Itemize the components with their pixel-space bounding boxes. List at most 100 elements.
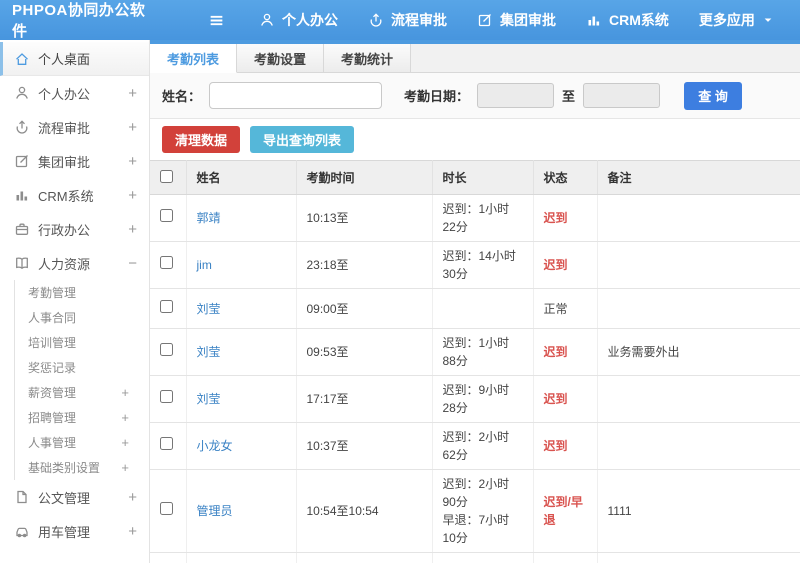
sidebar-item-label: 人力资源 bbox=[38, 256, 91, 272]
name-label: 姓名： bbox=[162, 89, 202, 104]
hamburger-icon[interactable] bbox=[208, 12, 225, 29]
clean-data-button[interactable]: 清理数据 bbox=[162, 126, 241, 153]
sidebar-subitem-label: 薪资管理 bbox=[28, 386, 77, 400]
employee-name-link[interactable]: 刘莹 bbox=[197, 392, 221, 406]
duration-cell: 迟到：1小时22分 bbox=[432, 194, 534, 242]
sidebar-item[interactable]: 人力资源 − bbox=[0, 246, 149, 280]
table-row: 管理员 10:54至10:54 迟到：2小时90分 早退：7小时10分 迟到/早退 111… bbox=[150, 469, 800, 553]
table-column-header: 考勤时间 bbox=[296, 160, 433, 195]
sidebar-subitem[interactable]: 薪资管理 + bbox=[15, 380, 149, 405]
table-header: 姓名 考勤时间 时长 状态 备注 bbox=[150, 160, 800, 195]
row-checkbox[interactable] bbox=[160, 437, 173, 450]
sidebar-subitem[interactable]: 人事合同 bbox=[15, 305, 149, 330]
expand-plus-icon[interactable]: + bbox=[128, 119, 137, 136]
expand-plus-icon[interactable]: + bbox=[121, 410, 129, 425]
nav-item-label: 流程审批 bbox=[391, 12, 447, 28]
row-checkbox[interactable] bbox=[160, 256, 173, 269]
expand-plus-icon[interactable]: + bbox=[121, 435, 129, 450]
collapse-minus-icon[interactable]: − bbox=[128, 255, 137, 272]
expand-plus-icon[interactable]: + bbox=[128, 489, 137, 506]
employee-name-link[interactable]: 小龙女 bbox=[197, 439, 233, 453]
table-row: 王壹辉08:56至迟到：56分迟到 bbox=[150, 552, 800, 563]
status-badge: 迟到 bbox=[543, 211, 568, 225]
row-checkbox[interactable] bbox=[160, 502, 173, 515]
sidebar-item[interactable]: 集团审批 + bbox=[0, 144, 149, 178]
edit-icon bbox=[477, 12, 493, 28]
employee-name-link[interactable]: 郭靖 bbox=[197, 211, 221, 225]
status-cell: 正常 bbox=[533, 288, 598, 329]
sidebar-item[interactable]: 用车管理 + bbox=[0, 514, 149, 548]
status-badge: 迟到 bbox=[543, 258, 568, 272]
nav-item-label: 集团审批 bbox=[500, 12, 556, 28]
sidebar: 个人桌面 个人办公 + 流程审批 + 集团审批 + CRM系统 + 行政办公 + 人力资源 − 考勤管理人… bbox=[0, 40, 150, 563]
nav-item[interactable]: 个人办公 bbox=[259, 10, 338, 30]
employee-name-link[interactable]: 刘莹 bbox=[197, 345, 221, 359]
sidebar-item[interactable]: 公文管理 + bbox=[0, 480, 149, 514]
row-checkbox[interactable] bbox=[160, 209, 173, 222]
time-cell: 10:54至10:54 bbox=[296, 469, 433, 553]
name-cell: 郭靖 bbox=[186, 194, 297, 242]
employee-name-link[interactable]: 管理员 bbox=[197, 504, 233, 518]
name-cell: 小龙女 bbox=[186, 422, 297, 470]
sidebar-item[interactable]: 个人桌面 bbox=[0, 42, 149, 76]
sidebar-subitem[interactable]: 人事管理 + bbox=[15, 430, 149, 455]
expand-plus-icon[interactable]: + bbox=[128, 187, 137, 204]
sidebar-item[interactable]: 行政办公 + bbox=[0, 212, 149, 246]
expand-plus-icon[interactable]: + bbox=[121, 385, 129, 400]
status-cell: 迟到/早退 bbox=[533, 469, 598, 553]
employee-name-link[interactable]: 刘莹 bbox=[197, 302, 221, 316]
employee-name-link[interactable]: jim bbox=[197, 258, 212, 272]
expand-plus-icon[interactable]: + bbox=[128, 523, 137, 540]
select-all-checkbox[interactable] bbox=[160, 169, 173, 183]
row-checkbox[interactable] bbox=[160, 299, 173, 313]
row-checkbox-cell bbox=[150, 422, 187, 470]
sidebar-subitem[interactable]: 奖惩记录 bbox=[15, 355, 149, 380]
row-checkbox[interactable] bbox=[160, 343, 173, 356]
nav-item[interactable]: CRM系统 bbox=[586, 10, 669, 30]
header-nav: 个人办公 流程审批 集团审批 CRM系统 更多应用 bbox=[259, 10, 774, 30]
sidebar-subitem[interactable]: 招聘管理 + bbox=[15, 405, 149, 430]
expand-plus-icon[interactable]: + bbox=[128, 85, 137, 102]
duration-line: 迟到：14小时30分 bbox=[442, 249, 516, 281]
name-cell: 刘莹 bbox=[186, 375, 297, 423]
expand-plus-icon[interactable]: + bbox=[128, 153, 137, 170]
sidebar-subitem-label: 人事合同 bbox=[28, 311, 77, 325]
export-list-button[interactable]: 导出查询列表 bbox=[250, 126, 355, 153]
duration-cell: 迟到：2小时62分 bbox=[432, 422, 534, 470]
search-bar: 姓名： 考勤日期： 至 查 询 bbox=[150, 73, 800, 119]
name-input[interactable] bbox=[209, 82, 383, 109]
sidebar-subitem-label: 招聘管理 bbox=[28, 411, 77, 425]
expand-plus-icon[interactable]: + bbox=[121, 460, 129, 475]
table-column-header: 姓名 bbox=[186, 160, 297, 195]
car-icon bbox=[13, 523, 30, 539]
status-cell: 迟到 bbox=[533, 328, 598, 376]
sidebar-item[interactable]: 流程审批 + bbox=[0, 110, 149, 144]
sidebar-item[interactable]: CRM系统 + bbox=[0, 178, 149, 212]
duration-cell: 迟到：56分 bbox=[432, 552, 534, 563]
query-button[interactable]: 查 询 bbox=[684, 81, 743, 110]
chart-icon bbox=[13, 187, 30, 203]
nav-item[interactable]: 流程审批 bbox=[368, 10, 447, 30]
duration-line: 迟到：2小时62分 bbox=[442, 430, 510, 462]
sidebar-subitem[interactable]: 培训管理 bbox=[15, 330, 149, 355]
tab-item[interactable]: 考勤列表 bbox=[150, 44, 238, 73]
note-cell bbox=[597, 375, 800, 423]
nav-item[interactable]: 更多应用 bbox=[699, 10, 774, 30]
note-cell: 业务需要外出 bbox=[597, 328, 800, 376]
row-checkbox[interactable] bbox=[160, 390, 173, 403]
date-from-input[interactable] bbox=[477, 83, 555, 108]
sidebar-subitem[interactable]: 考勤管理 bbox=[15, 280, 149, 305]
tab-item[interactable]: 考勤统计 bbox=[324, 44, 412, 72]
status-badge: 迟到 bbox=[543, 439, 568, 453]
status-cell: 迟到 bbox=[533, 194, 598, 242]
sidebar-subitem[interactable]: 基础类别设置 + bbox=[15, 455, 149, 480]
sidebar-item[interactable]: 个人办公 + bbox=[0, 76, 149, 110]
table-column-header: 状态 bbox=[533, 160, 598, 195]
sidebar-item-label: 公文管理 bbox=[38, 490, 91, 506]
tab-item[interactable]: 考勤设置 bbox=[237, 44, 325, 72]
status-cell: 迟到 bbox=[533, 375, 598, 423]
date-to-input[interactable] bbox=[583, 83, 661, 108]
nav-item[interactable]: 集团审批 bbox=[477, 10, 556, 30]
expand-plus-icon[interactable]: + bbox=[128, 221, 137, 238]
duration-cell bbox=[432, 288, 534, 329]
